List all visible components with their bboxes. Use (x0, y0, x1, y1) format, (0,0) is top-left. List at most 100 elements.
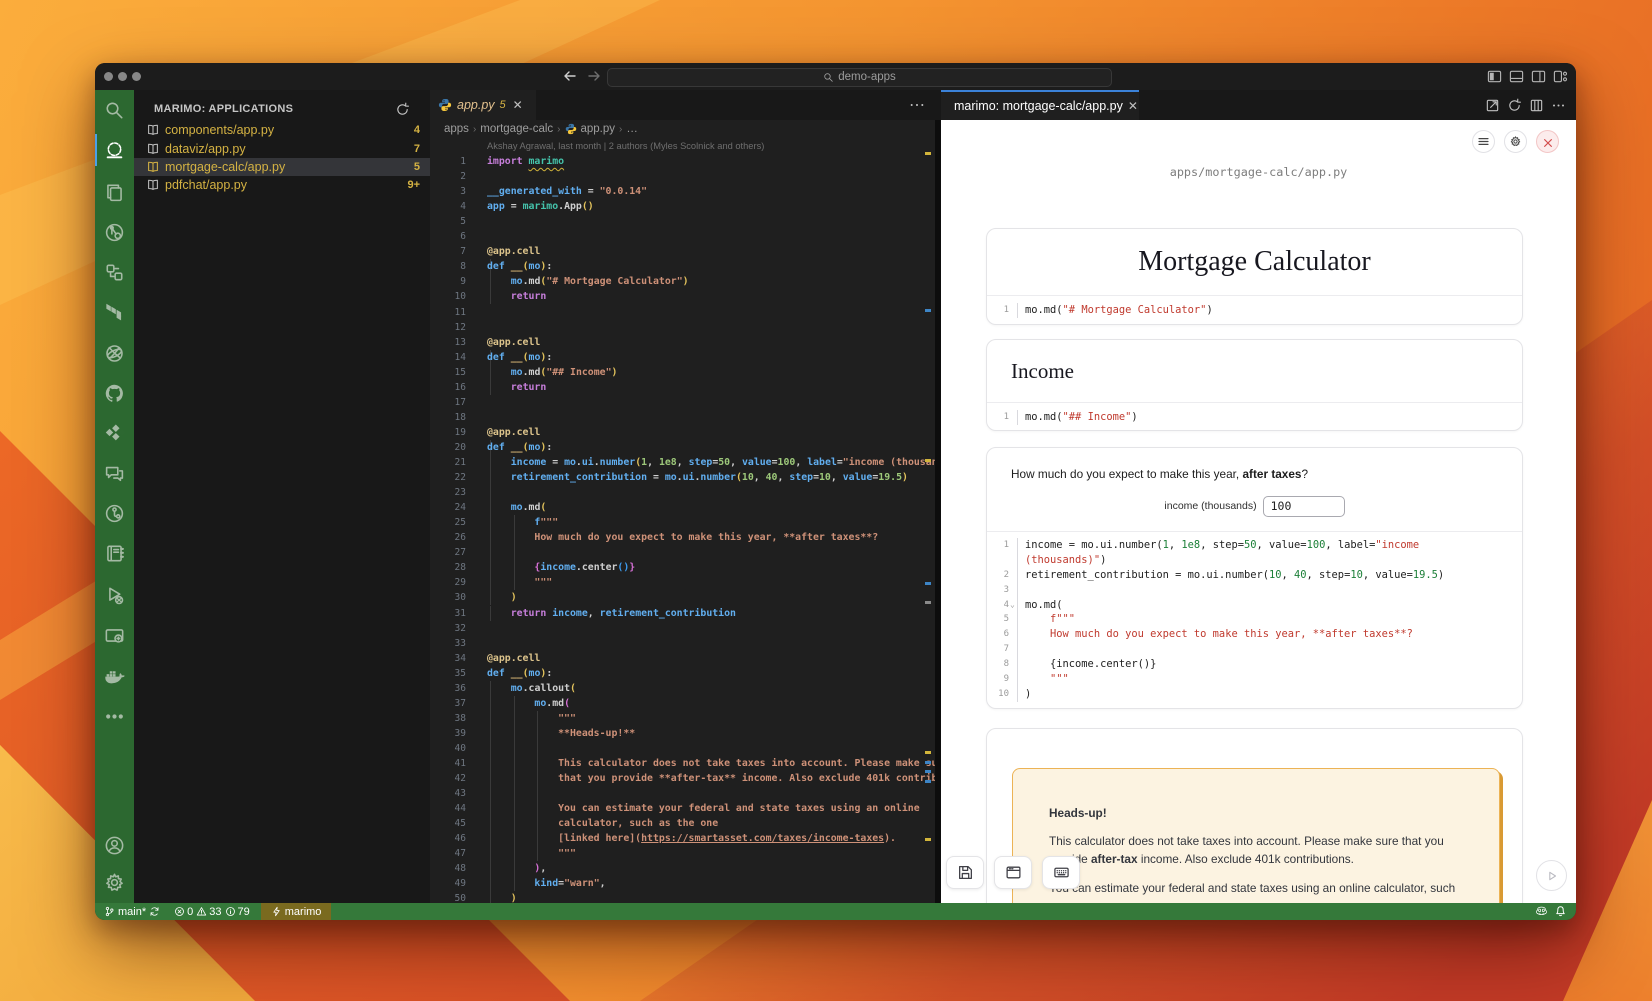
debug-alt-icon[interactable] (104, 585, 125, 606)
cell-card-income-widget: How much do you expect to make this year… (986, 447, 1523, 709)
tab-close-icon[interactable]: ✕ (1128, 99, 1138, 113)
cell-code[interactable]: 1mo.md("# Mortgage Calculator") (987, 296, 1522, 325)
problems-item[interactable]: 0 33 79 (170, 903, 255, 920)
breadcrumb[interactable]: apps›mortgage-calc›app.py›… (430, 120, 935, 138)
code-text: __generated_with = "0.0.14" (487, 184, 647, 199)
code-text: kind="warn", (487, 876, 606, 891)
code-line: 30 ) (430, 590, 935, 605)
ellipsis-icon[interactable] (104, 706, 125, 727)
toggle-sidebar-icon[interactable] (1487, 69, 1502, 84)
code-line: 7@app.cell (430, 244, 935, 259)
ruler-decoration (925, 761, 931, 764)
sidebar-title: MARIMO: APPLICATIONS (154, 103, 395, 115)
split-editor-icon[interactable] (1529, 98, 1544, 113)
sphere-icon[interactable] (104, 343, 125, 364)
search-input[interactable]: demo-apps (607, 68, 1112, 87)
sidebar-item-components-app-py[interactable]: components/app.py 4 (134, 121, 430, 139)
code-text: """ (487, 846, 576, 861)
run-button[interactable] (1536, 860, 1567, 891)
cell-count-badge: 9+ (407, 179, 420, 191)
fold-chevron-icon[interactable]: ⌄ (1010, 598, 1015, 613)
copy-pages-icon[interactable] (104, 182, 125, 203)
notebook-toolbar (946, 856, 1080, 889)
income-number-input[interactable]: 100 (1263, 496, 1345, 517)
line-number: 3 (987, 583, 1009, 598)
gutter-divider (1017, 657, 1018, 672)
open-app-button[interactable] (994, 856, 1032, 889)
cell-code[interactable]: 1income = mo.ui.number(1, 1e8, step=50, … (987, 532, 1522, 704)
ruler-decoration (925, 751, 931, 754)
sidebar-item-dataviz-app-py[interactable]: dataviz/app.py 7 (134, 139, 430, 157)
tab-close-icon[interactable]: ✕ (511, 98, 525, 112)
marimo-icon[interactable] (104, 140, 125, 161)
comments-icon[interactable] (104, 463, 125, 484)
shutdown-button[interactable] (1536, 130, 1559, 153)
breadcrumb-separator: › (473, 124, 476, 135)
docker-icon[interactable] (104, 666, 125, 687)
circle-graph-icon[interactable] (104, 222, 125, 243)
line-number: 46 (430, 831, 466, 846)
customize-layout-icon[interactable] (1553, 69, 1568, 84)
activity-bar (95, 90, 134, 903)
copilot-icon[interactable] (1535, 905, 1548, 918)
sidebar-item-pdfchat-app-py[interactable]: pdfchat/app.py 9+ (134, 176, 430, 194)
code-text: This calculator does not take taxes into… (487, 756, 935, 771)
editor-actions-more-icon[interactable]: ⋯ (909, 90, 925, 120)
git-fork-circle-icon[interactable] (104, 503, 125, 524)
tab-marimo-preview[interactable]: marimo: mortgage-calc/app.py ✕ (941, 90, 1139, 120)
github-icon[interactable] (104, 383, 125, 404)
code-line: 17 (430, 395, 935, 410)
marimo-status-item[interactable]: marimo (261, 903, 332, 920)
zoom-window-button[interactable] (132, 72, 141, 81)
toggle-panel-icon[interactable] (1509, 69, 1524, 84)
cell-code[interactable]: 1mo.md("## Income") (987, 403, 1522, 432)
tab-app-py[interactable]: app.py 5 ✕ (430, 90, 536, 120)
save-button[interactable] (946, 856, 984, 889)
notebook-icon[interactable] (104, 543, 125, 564)
ruler-decoration (925, 770, 931, 773)
code-line: 41 This calculator does not take taxes i… (430, 756, 935, 771)
code-line: 32 (430, 621, 935, 636)
nav-back-icon[interactable] (562, 68, 578, 84)
line-number: 8 (987, 657, 1009, 672)
sidebar-item-mortgage-calc-app-py[interactable]: mortgage-calc/app.py 5 (134, 158, 430, 176)
more-actions-icon[interactable] (1551, 98, 1566, 113)
error-icon (174, 906, 185, 917)
breadcrumb-item[interactable]: mortgage-calc (480, 123, 553, 135)
line-number: 6 (430, 229, 466, 244)
search-icon[interactable] (104, 100, 125, 121)
code-text: retirement_contribution = mo.ui.number(1… (487, 470, 908, 485)
notebook-title: Mortgage Calculator (987, 229, 1522, 295)
shortcuts-button[interactable] (1042, 856, 1080, 889)
warning-count: 33 (209, 906, 221, 918)
bell-icon[interactable] (1554, 905, 1567, 918)
refresh-icon[interactable] (395, 102, 410, 117)
menu-button[interactable] (1472, 130, 1495, 153)
code-text: ) (1025, 687, 1031, 702)
account-icon[interactable] (104, 835, 125, 856)
git-branch-item[interactable]: main* (95, 903, 164, 920)
boxes-icon[interactable] (104, 262, 125, 283)
reload-icon[interactable] (1507, 98, 1522, 113)
code-line: 48 ), (430, 861, 935, 876)
play-icon (1545, 869, 1559, 883)
screen-vm-icon[interactable] (104, 626, 125, 647)
line-number: 12 (430, 320, 466, 335)
settings-button[interactable] (1504, 130, 1527, 153)
breadcrumb-item[interactable]: app.py (581, 123, 616, 135)
close-window-button[interactable] (104, 72, 113, 81)
terraform-icon[interactable] (104, 303, 125, 324)
breadcrumb-item[interactable]: apps (444, 123, 469, 135)
diamonds-icon[interactable] (104, 423, 125, 444)
line-number: 23 (430, 485, 466, 500)
breadcrumb-item[interactable]: … (626, 123, 638, 135)
code-text: mo.md( (487, 696, 570, 711)
toggle-secondary-sidebar-icon[interactable] (1531, 69, 1546, 84)
open-external-icon[interactable] (1485, 98, 1500, 113)
ruler-decoration (925, 309, 931, 312)
nav-forward-icon[interactable] (586, 68, 602, 84)
minimize-window-button[interactable] (118, 72, 127, 81)
code-editor[interactable]: Akshay Agrawal, last month | 2 authors (… (430, 138, 935, 903)
settings-gear-icon[interactable] (104, 872, 125, 893)
line-number: 7 (430, 244, 466, 259)
